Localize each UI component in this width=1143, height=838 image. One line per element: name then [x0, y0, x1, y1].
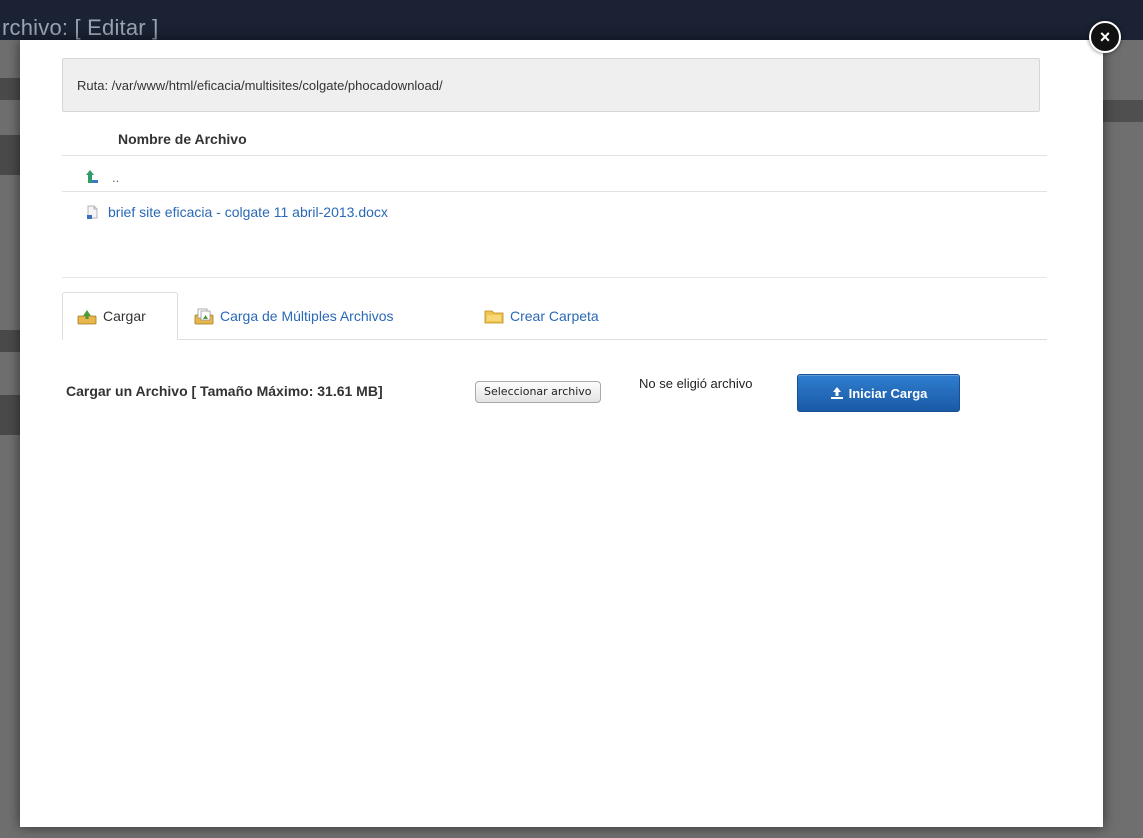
background-strip — [1103, 100, 1143, 122]
parent-directory-row[interactable]: .. — [82, 165, 382, 189]
background-strip — [0, 330, 20, 352]
close-icon[interactable]: × — [1089, 21, 1121, 53]
path-box: Ruta: /var/www/html/eficacia/multisites/… — [62, 58, 1040, 112]
folder-icon — [484, 310, 504, 324]
file-row[interactable]: brief site eficacia - colgate 11 abril-2… — [82, 200, 682, 224]
start-upload-label: Iniciar Carga — [848, 385, 928, 401]
file-manager-modal: Ruta: /var/www/html/eficacia/multisites/… — [20, 40, 1103, 827]
tab-cargar[interactable]: Cargar — [62, 292, 178, 340]
multi-upload-icon — [194, 308, 214, 325]
column-header-filename: Nombre de Archivo — [118, 131, 247, 147]
tabs-baseline — [62, 339, 1047, 340]
upload-icon — [77, 310, 97, 325]
upload-arrow-icon — [830, 387, 843, 399]
parent-directory-link[interactable]: .. — [112, 170, 119, 185]
background-strip — [0, 135, 20, 175]
choose-file-button[interactable]: Seleccionar archivo — [475, 381, 601, 403]
tab-label: Cargar — [103, 308, 146, 324]
divider — [62, 277, 1047, 278]
start-upload-button[interactable]: Iniciar Carga — [797, 374, 960, 412]
path-label: Ruta: /var/www/html/eficacia/multisites/… — [77, 78, 443, 93]
background-title: rchivo: [ Editar ] — [2, 15, 159, 40]
file-link[interactable]: brief site eficacia - colgate 11 abril-2… — [108, 204, 388, 220]
tab-label: Crear Carpeta — [510, 308, 599, 324]
background-strip — [0, 395, 20, 435]
no-file-chosen-text: No se eligió archivo — [639, 376, 753, 391]
background-topbar: rchivo: [ Editar ] — [0, 0, 1143, 40]
divider — [62, 155, 1047, 156]
document-icon — [87, 205, 98, 219]
upload-tabs: Cargar Carga de Múltiples Archivos Crear… — [62, 292, 1047, 340]
folder-up-icon — [86, 170, 98, 183]
background-strip — [0, 78, 20, 100]
tab-carga-multiple[interactable]: Carga de Múltiples Archivos — [192, 292, 394, 340]
tab-label: Carga de Múltiples Archivos — [220, 308, 394, 324]
tab-crear-carpeta[interactable]: Crear Carpeta — [482, 292, 599, 340]
upload-label: Cargar un Archivo [ Tamaño Máximo: 31.61… — [66, 383, 383, 399]
divider — [62, 191, 1047, 192]
